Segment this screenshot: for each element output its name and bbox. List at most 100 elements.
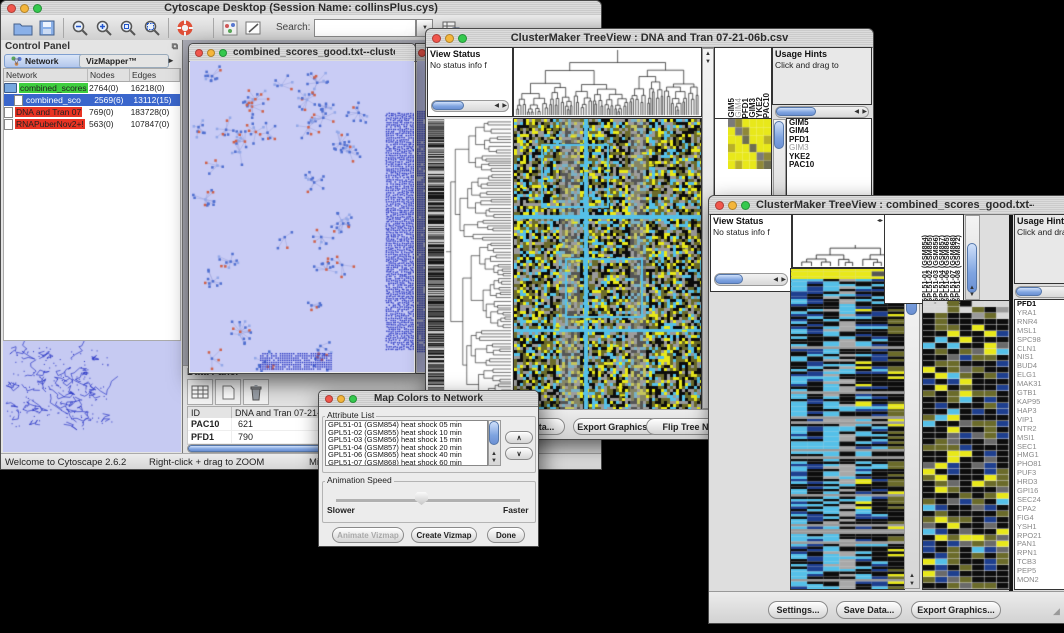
scrollbar-thumb[interactable] <box>715 274 743 284</box>
column-label[interactable]: GPL51-03 (GSM856) <box>931 235 937 303</box>
attribute-select-button[interactable] <box>187 379 213 405</box>
titlebar[interactable]: Cytoscape Desktop (Session Name: collins… <box>1 1 601 16</box>
scroll-left-icon[interactable]: ◀ <box>773 277 778 283</box>
column-label[interactable]: GPL51-06 (GSM865) <box>942 235 948 303</box>
minimize-button[interactable] <box>207 49 215 57</box>
save-data-button[interactable]: Save Data... <box>836 601 902 619</box>
scrollbar-thumb[interactable] <box>489 421 499 445</box>
zoom-window-button[interactable] <box>33 4 42 13</box>
heatmap-canvas[interactable] <box>514 119 701 409</box>
delete-attribute-button[interactable] <box>243 379 269 405</box>
hints-hscrollbar[interactable] <box>1015 286 1064 298</box>
view-status-hscrollbar[interactable]: ◀ ▶ <box>714 273 788 286</box>
heatmap-vscrollbar[interactable]: ▲ ▼ <box>904 269 920 589</box>
network-canvas[interactable] <box>190 61 414 372</box>
zoom-window-button[interactable] <box>349 395 357 403</box>
move-down-button[interactable]: ∨ <box>505 447 533 460</box>
column-label[interactable]: GPL51-08 (GSM872) <box>953 235 959 303</box>
tab-vizmapper[interactable]: VizMapper™ <box>79 54 169 68</box>
titlebar[interactable]: ClusterMaker TreeView : DNA and Tran 07-… <box>426 29 873 48</box>
column-label[interactable]: GIM3 <box>748 98 755 118</box>
gene-label[interactable]: MON2 <box>1015 576 1064 585</box>
minimize-button[interactable] <box>337 395 345 403</box>
zoom-out-button[interactable] <box>68 16 92 40</box>
scrollbar-thumb[interactable] <box>776 107 816 116</box>
scrollbar-thumb[interactable] <box>774 121 784 149</box>
network-overview-canvas[interactable] <box>3 341 181 452</box>
network-import-button[interactable] <box>218 16 242 40</box>
float-panel-icon[interactable]: ⧉ <box>172 41 178 52</box>
zoom-selected-button[interactable] <box>116 16 140 40</box>
search-input[interactable] <box>314 19 416 37</box>
zoom-in-button[interactable] <box>92 16 116 40</box>
pan-arrows-icon[interactable]: ◂▸ <box>877 218 883 224</box>
column-label[interactable]: PAC10 <box>762 93 769 118</box>
scroll-up-icon[interactable]: ▲ <box>705 51 711 57</box>
network-table-header[interactable]: Network Nodes Edges <box>4 69 180 82</box>
scroll-down-icon[interactable]: ▼ <box>705 59 711 65</box>
zoom-fit-button[interactable] <box>140 16 164 40</box>
slider-track[interactable] <box>336 499 520 502</box>
zoom-window-button[interactable] <box>741 201 750 210</box>
attribute-listbox[interactable]: GPL51-01 (GSM854) heat shock 05 minGPL51… <box>325 420 488 466</box>
heatmap-canvas[interactable] <box>791 269 904 589</box>
move-up-button[interactable]: ∧ <box>505 431 533 444</box>
open-file-button[interactable] <box>11 16 35 40</box>
minimize-button[interactable] <box>728 201 737 210</box>
close-button[interactable] <box>715 201 724 210</box>
column-label[interactable]: GIM4 <box>734 98 741 118</box>
zoom-heatmap-canvas[interactable] <box>923 301 1009 589</box>
close-button[interactable] <box>432 34 441 43</box>
row-dendrogram-canvas[interactable] <box>445 119 512 409</box>
export-graphics-button[interactable]: Export Graphics... <box>911 601 1001 619</box>
scroll-right-icon[interactable]: ▶ <box>502 103 507 109</box>
pane-splitter[interactable] <box>1009 215 1013 598</box>
header-nodes[interactable]: Nodes <box>88 69 130 81</box>
titlebar[interactable]: Map Colors to Network <box>319 391 538 407</box>
help-button[interactable] <box>173 16 197 40</box>
save-button[interactable] <box>35 16 59 40</box>
close-button[interactable] <box>195 49 203 57</box>
close-button[interactable] <box>7 4 16 13</box>
mini-heatmap-canvas[interactable] <box>728 119 771 169</box>
scrollbar-thumb[interactable] <box>1016 287 1042 296</box>
done-button[interactable]: Done <box>487 527 525 543</box>
scroll-down-icon[interactable]: ▼ <box>909 581 915 587</box>
attribute-item[interactable]: GPL51-07 (GSM868) heat shock 60 min <box>326 459 487 466</box>
network-row[interactable]: combined_sco 2569(6) 13112(15) <box>4 94 180 106</box>
column-label[interactable]: YKE2 <box>755 97 762 118</box>
animate-vizmap-button[interactable]: Animate Vizmap <box>332 527 404 543</box>
scroll-down-icon[interactable]: ▼ <box>491 458 497 464</box>
titlebar[interactable]: combined_scores_good.txt--cluste... <box>189 44 415 62</box>
tab-network[interactable]: Network <box>4 54 88 68</box>
minimize-button[interactable] <box>445 34 454 43</box>
scroll-down-icon[interactable]: ▼ <box>969 292 975 298</box>
column-label[interactable]: GIM5 <box>727 98 734 118</box>
hints-hscrollbar[interactable]: ◀ ▶ <box>775 106 869 118</box>
scroll-right-icon[interactable]: ▶ <box>862 109 867 115</box>
scroll-right-icon[interactable]: ▶ <box>781 277 786 283</box>
scroll-left-icon[interactable]: ◀ <box>494 103 499 109</box>
resize-grip[interactable]: ◢ <box>1053 606 1060 617</box>
scrollbar-thumb[interactable] <box>432 101 464 110</box>
header-network[interactable]: Network <box>4 69 88 81</box>
network-row[interactable]: combined_scores 2764(0) 16218(0) <box>4 82 180 94</box>
new-attribute-button[interactable] <box>215 379 241 405</box>
header-edges[interactable]: Edges <box>130 69 180 81</box>
scroll-up-icon[interactable]: ▲ <box>909 573 915 579</box>
network-row[interactable]: DNA and Tran 07 769(0) 183728(0) <box>4 106 180 118</box>
column-labels-vscrollbar[interactable]: ▲ ▼ <box>965 215 980 300</box>
tab-overflow-arrow[interactable]: ► <box>167 56 175 65</box>
network-row[interactable]: RNAPuberNov2+! 563(0) 107847(0) <box>4 118 180 130</box>
attribute-list-vscrollbar[interactable]: ▲ ▼ <box>488 420 501 466</box>
zoom-window-button[interactable] <box>219 49 227 57</box>
zoom-window-button[interactable] <box>458 34 467 43</box>
gene-label[interactable]: PAC10 <box>787 161 871 169</box>
view-status-hscrollbar[interactable]: ◀ ▶ <box>431 100 509 112</box>
column-label[interactable]: PFD1 <box>741 98 748 118</box>
minimize-button[interactable] <box>20 4 29 13</box>
settings-button[interactable]: Settings... <box>768 601 828 619</box>
column-dendrogram-canvas[interactable] <box>514 48 701 116</box>
scroll-up-icon[interactable]: ▲ <box>969 285 975 291</box>
gene-order-strip-canvas[interactable] <box>428 119 444 409</box>
